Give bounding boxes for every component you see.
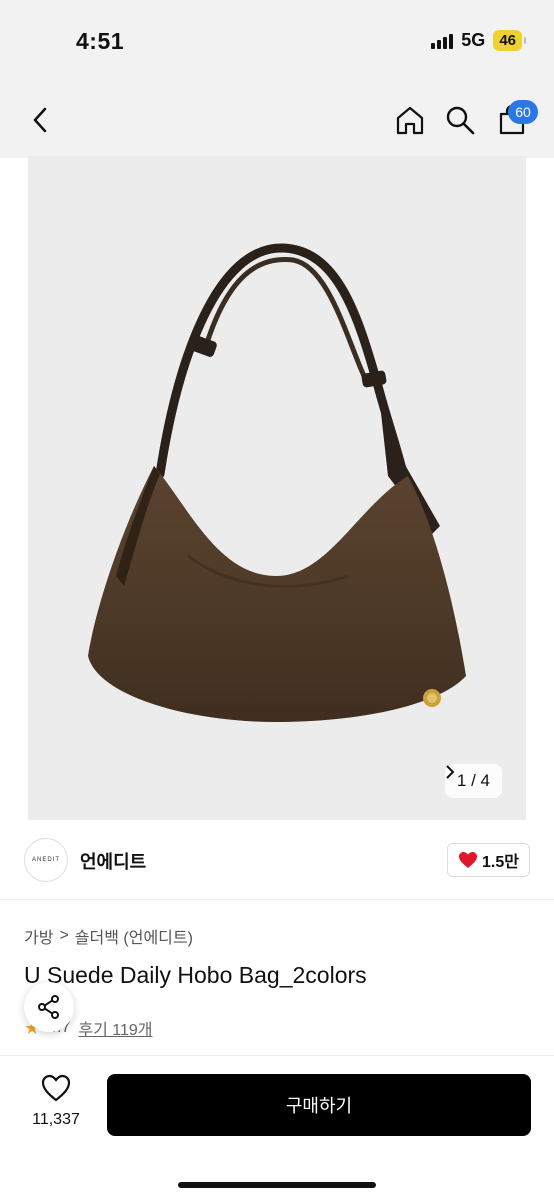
- brand-logo[interactable]: ANEDIT: [24, 838, 68, 882]
- brand-row: ANEDIT 언에디트 1.5만: [0, 830, 554, 900]
- image-counter-text: 1 / 4: [456, 771, 490, 790]
- network-type: 5G: [461, 30, 486, 50]
- brand-like-count: 1.5만: [482, 854, 519, 871]
- signal-icon: [431, 33, 454, 49]
- wishlist-count: 11,337: [32, 1111, 80, 1128]
- breadcrumb-separator: >: [59, 927, 69, 944]
- brand-logo-text: ANEDIT: [31, 857, 60, 863]
- reviews-link[interactable]: 후기 119개: [78, 1016, 152, 1040]
- heart-icon: [459, 852, 478, 868]
- bottom-bar: 11,337 구매하기: [0, 1055, 554, 1200]
- wishlist-button[interactable]: 11,337: [24, 1074, 88, 1129]
- product-image[interactable]: 1 / 4: [28, 156, 526, 820]
- breadcrumb: 가방 > 숄더백 (언에디트): [24, 924, 193, 948]
- image-counter[interactable]: 1 / 4: [444, 764, 502, 798]
- breadcrumb-subcategory[interactable]: 숄더백 (언에디트): [75, 924, 193, 948]
- search-button[interactable]: [442, 102, 478, 138]
- home-icon: [396, 106, 424, 135]
- status-time: 4:51: [76, 28, 125, 54]
- hobo-bag-illustration: [88, 243, 466, 722]
- search-icon: [446, 106, 475, 135]
- home-button[interactable]: [392, 102, 428, 138]
- heart-outline-icon: [41, 1074, 71, 1102]
- battery-cap: [524, 37, 526, 44]
- product-title: U Suede Daily Hobo Bag_2colors: [24, 962, 367, 988]
- share-icon: [38, 995, 59, 1019]
- top-nav: [0, 90, 554, 150]
- chevron-right-icon: [446, 765, 455, 779]
- cart-count-badge: 60: [508, 100, 538, 124]
- buy-button[interactable]: 구매하기: [107, 1074, 531, 1136]
- chevron-left-icon: [33, 107, 47, 133]
- back-button[interactable]: [24, 100, 56, 140]
- brand-like-button[interactable]: 1.5만: [447, 843, 530, 877]
- battery-level: 46: [493, 30, 522, 51]
- status-indicators: 5G 46: [431, 30, 526, 51]
- share-button[interactable]: [24, 982, 74, 1032]
- breadcrumb-category[interactable]: 가방: [24, 924, 53, 948]
- brand-name[interactable]: 언에디트: [80, 848, 146, 874]
- home-indicator: [178, 1182, 376, 1188]
